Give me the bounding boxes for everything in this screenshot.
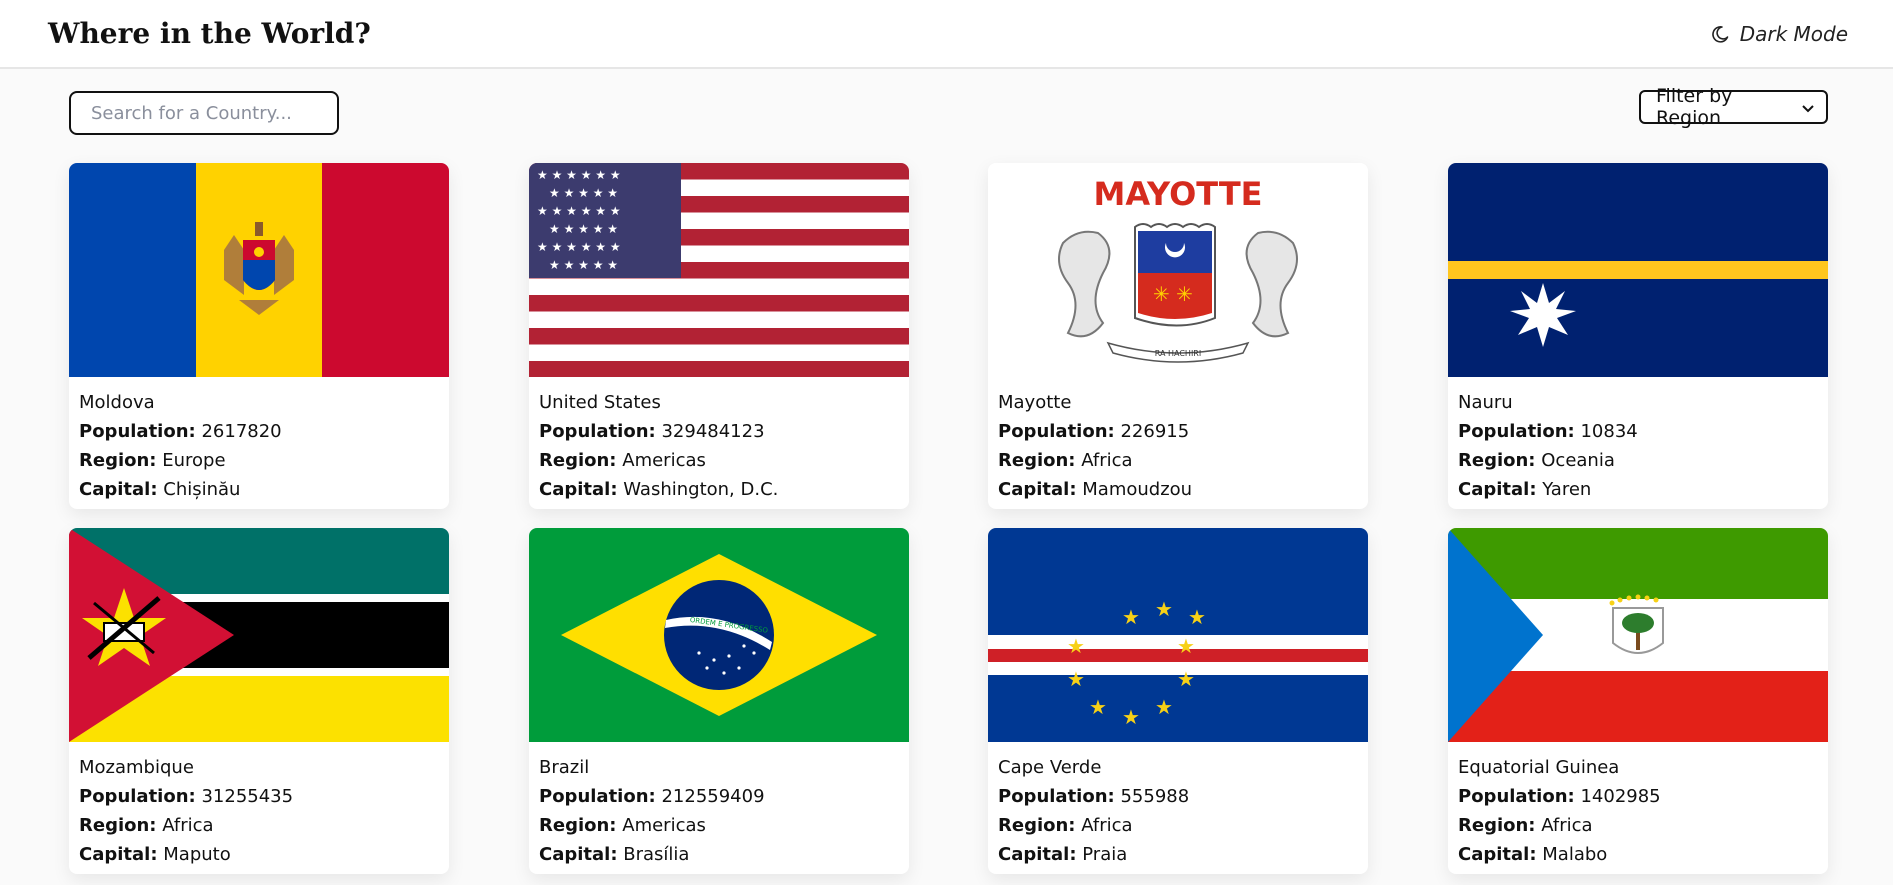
svg-text:✳ ✳: ✳ ✳ [1153,282,1193,306]
country-name: Brazil [539,757,590,778]
chevron-down-icon [1802,96,1814,118]
svg-text:★ ★ ★ ★ ★ ★: ★ ★ ★ ★ ★ ★ [537,240,621,254]
capital-row: Capital: Praia [998,844,1128,865]
region-row: Region: Africa [998,450,1133,471]
population-row: Population: 555988 [998,786,1190,807]
svg-text:★: ★ [1067,634,1085,658]
svg-text:★: ★ [1067,667,1085,691]
svg-text:RA HACHIRI: RA HACHIRI [1155,349,1201,358]
svg-text:★: ★ [1155,695,1173,719]
brazil-flag-image: ORDEM E PROGRESSO [529,528,909,742]
svg-text:★: ★ [1177,667,1195,691]
country-card[interactable]: Equatorial Guinea Population: 1402985 Re… [1448,528,1828,874]
moon-icon [1710,24,1730,44]
svg-text:★ ★ ★ ★ ★ ★: ★ ★ ★ ★ ★ ★ [537,204,621,218]
moldova-flag-image [69,163,449,377]
mayotte-flag-image: MAYOTTE ✳ ✳ RA HACHIRI [988,163,1368,377]
equatorial-guinea-flag-image [1448,528,1828,742]
region-row: Region: Americas [539,450,706,471]
country-card[interactable]: Moldova Population: 2617820 Region: Euro… [69,163,449,509]
dark-mode-toggle[interactable]: Dark Mode [1710,22,1848,46]
region-row: Region: Africa [79,815,214,836]
page-title: Where in the World? [48,17,371,50]
region-filter-select[interactable]: Filter by Region [1639,85,1828,129]
country-name: Equatorial Guinea [1458,757,1620,778]
region-row: Region: Africa [998,815,1133,836]
site-header: Where in the World? Dark Mode [0,0,1893,69]
svg-text:★: ★ [1122,705,1140,729]
population-row: Population: 226915 [998,421,1190,442]
svg-text:★ ★ ★ ★ ★ ★: ★ ★ ★ ★ ★ ★ [537,168,621,182]
population-row: Population: 2617820 [79,421,282,442]
search-input[interactable] [89,101,319,125]
controls-bar: Filter by Region [0,69,1893,163]
country-card[interactable]: ★ ★ ★ ★ ★ ★ ★ ★ ★ ★ Cape Verde Populatio… [988,528,1368,874]
svg-text:★: ★ [1122,605,1140,629]
country-name: Nauru [1458,392,1513,413]
capital-row: Capital: Yaren [1458,479,1592,500]
country-card[interactable]: ★ ★ ★ ★ ★ ★ ★ ★ ★ ★ ★ ★ ★ ★ ★ ★ ★ ★ ★ ★ … [529,163,909,509]
country-card[interactable]: MAYOTTE ✳ ✳ RA HACHIRI Mayotte Populatio… [988,163,1368,509]
capital-row: Capital: Washington, D.C. [539,479,779,500]
region-filter-label: Filter by Region [1656,85,1733,129]
country-name: United States [539,392,661,413]
search-box[interactable] [69,91,339,135]
population-row: Population: 329484123 [539,421,765,442]
region-row: Region: Americas [539,815,706,836]
svg-text:★ ★ ★ ★ ★: ★ ★ ★ ★ ★ [549,186,618,200]
dark-mode-label: Dark Mode [1739,21,1848,46]
country-name: Moldova [79,392,155,413]
country-card[interactable]: ORDEM E PROGRESSO Brazil Population: 212… [529,528,909,874]
svg-text:★ ★ ★ ★ ★: ★ ★ ★ ★ ★ [549,222,618,236]
population-row: Population: 212559409 [539,786,765,807]
mozambique-flag-image [69,528,449,742]
capital-row: Capital: Brasília [539,844,690,865]
country-name: Mozambique [79,757,194,778]
svg-text:★: ★ [1155,597,1173,621]
svg-text:★ ★ ★ ★ ★: ★ ★ ★ ★ ★ [549,258,618,272]
united-states-flag-image: ★ ★ ★ ★ ★ ★ ★ ★ ★ ★ ★ ★ ★ ★ ★ ★ ★ ★ ★ ★ … [529,163,909,377]
population-row: Population: 1402985 [1458,786,1661,807]
country-name: Mayotte [998,392,1072,413]
capital-row: Capital: Malabo [1458,844,1608,865]
capital-row: Capital: Maputo [79,844,231,865]
region-row: Region: Oceania [1458,450,1615,471]
nauru-flag-image [1448,163,1828,377]
population-row: Population: 31255435 [79,786,294,807]
svg-text:MAYOTTE: MAYOTTE [1093,175,1262,213]
region-row: Region: Africa [1458,815,1593,836]
capital-row: Capital: Mamoudzou [998,479,1193,500]
population-row: Population: 10834 [1458,421,1638,442]
country-card[interactable]: Mozambique Population: 31255435 Region: … [69,528,449,874]
cape-verde-flag-image: ★ ★ ★ ★ ★ ★ ★ ★ ★ ★ [988,528,1368,742]
svg-text:★: ★ [1177,634,1195,658]
svg-text:★: ★ [1089,695,1107,719]
region-row: Region: Europe [79,450,226,471]
capital-row: Capital: Chișinău [79,479,241,500]
country-name: Cape Verde [998,757,1102,778]
svg-text:★: ★ [1188,605,1206,629]
country-card[interactable]: Nauru Population: 10834 Region: Oceania … [1448,163,1828,509]
